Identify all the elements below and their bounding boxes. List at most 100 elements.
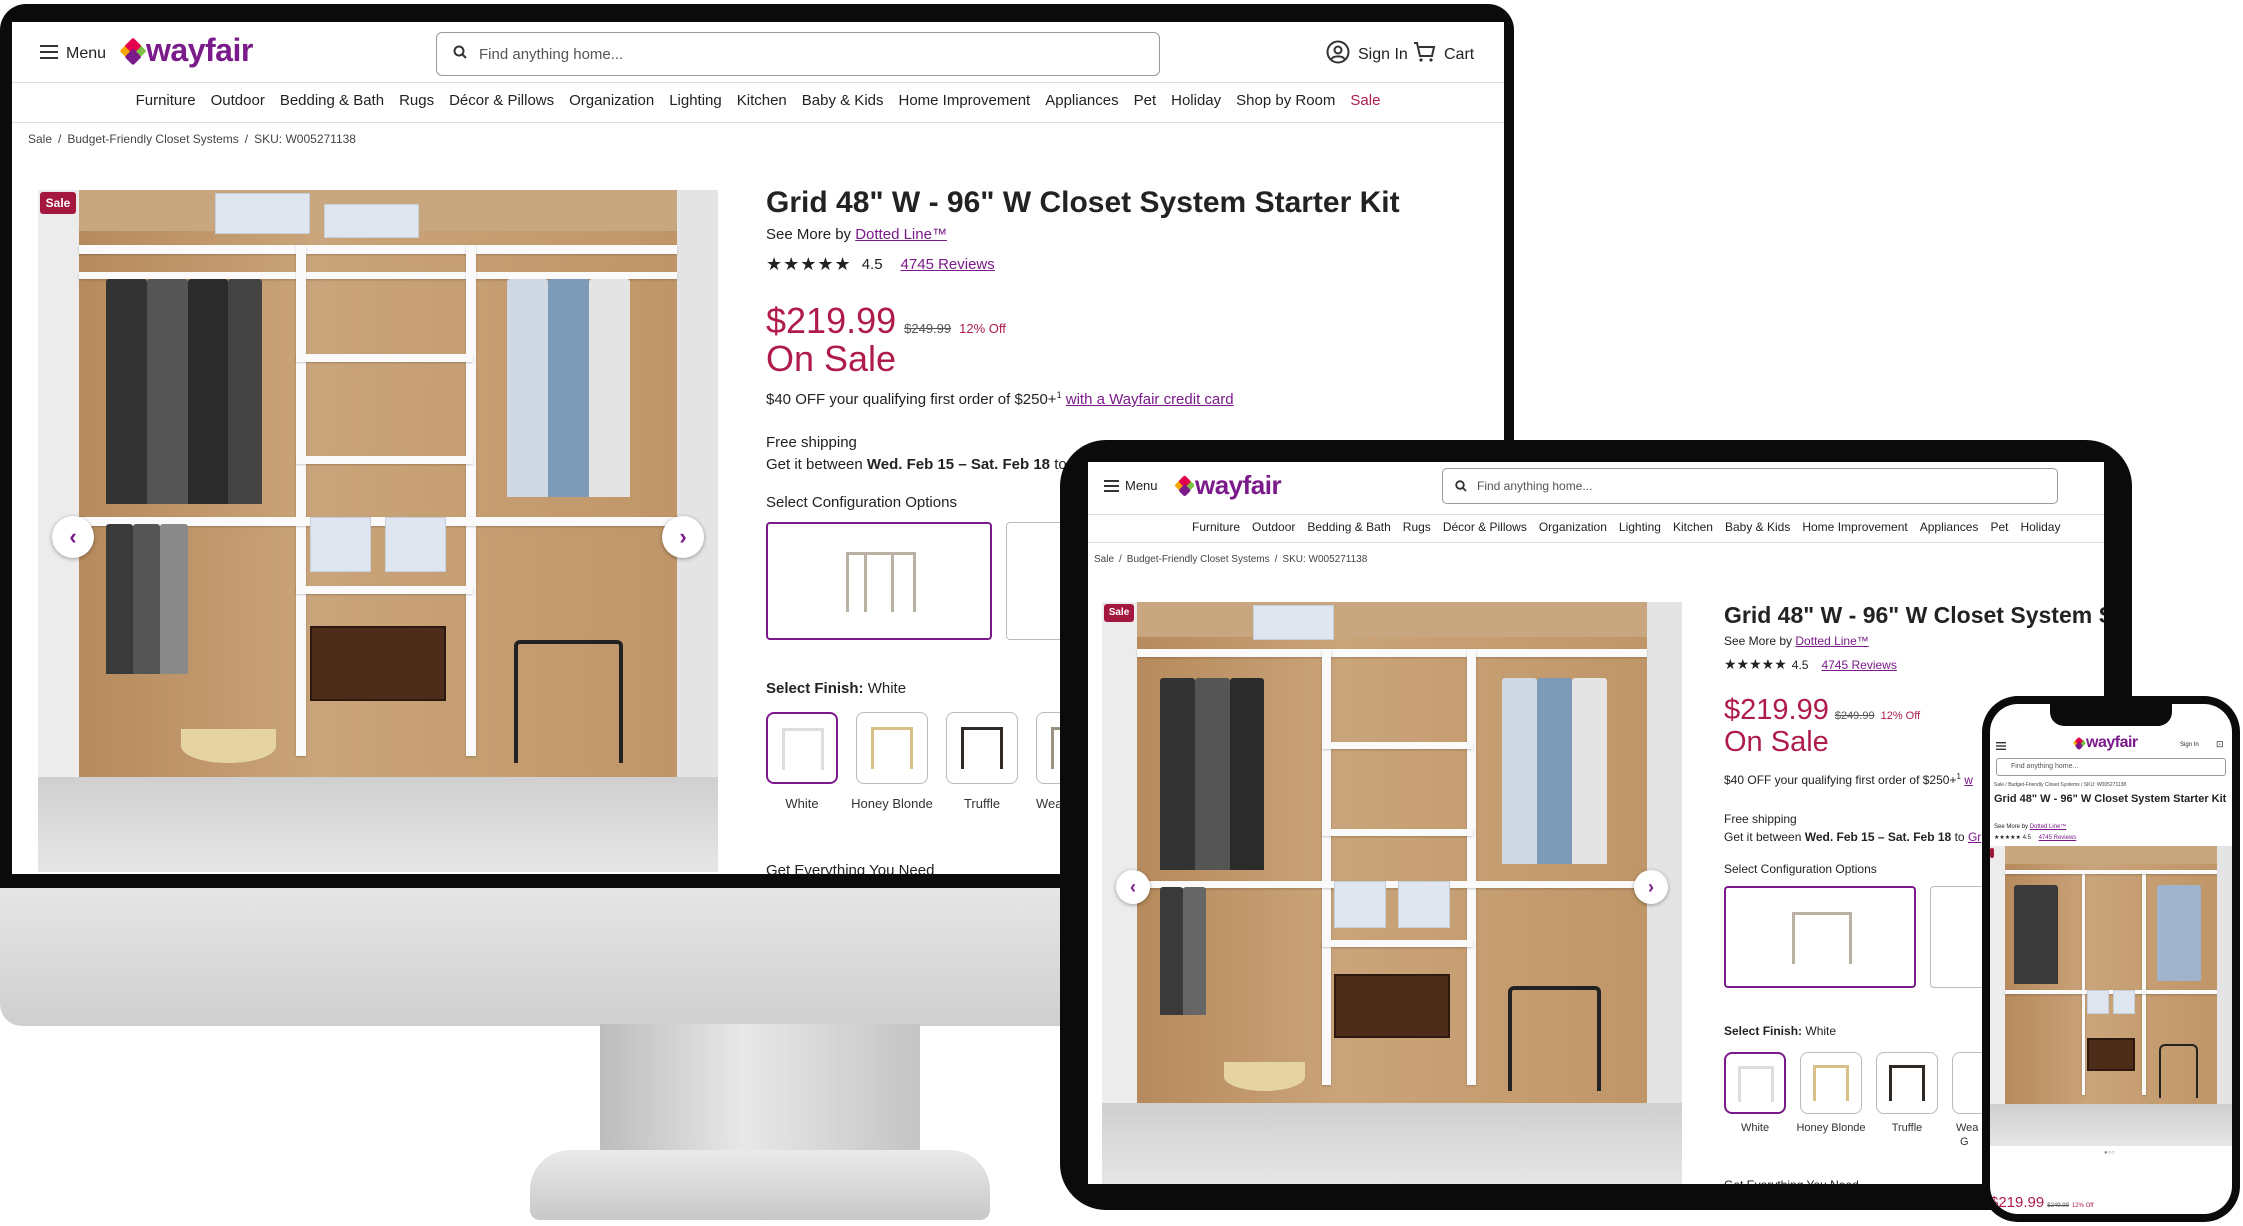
- nav-furniture[interactable]: Furniture: [136, 92, 196, 109]
- nav-decor-pillows[interactable]: Décor & Pillows: [1443, 520, 1527, 534]
- tablet-wayfair-logo[interactable]: wayfair: [1174, 470, 1282, 501]
- tablet-finish-white[interactable]: [1724, 1052, 1786, 1114]
- tablet-shipping: Free shipping: [1724, 812, 1797, 826]
- sale-badge: Sale: [1104, 604, 1134, 622]
- delivery-text: Get it between Wed. Feb 15 – Sat. Feb 18…: [766, 456, 1088, 473]
- menu-icon: [40, 44, 58, 64]
- nav-holiday[interactable]: Holiday: [2020, 520, 2060, 534]
- nav-outdoor[interactable]: Outdoor: [1252, 520, 1295, 534]
- finish-label-white: White: [785, 796, 819, 811]
- breadcrumb-sale[interactable]: Sale: [28, 132, 52, 146]
- cart-icon: [1412, 40, 1436, 69]
- breadcrumb: Sale / Budget-Friendly Closet Systems / SK…: [28, 132, 356, 146]
- phone-sign-in[interactable]: Sign In: [2180, 742, 2199, 748]
- tablet-promo: $40 OFF your qualifying first order of $…: [1724, 772, 1973, 787]
- sale-badge: Sale: [40, 192, 76, 214]
- nav-bedding-bath[interactable]: Bedding & Bath: [280, 92, 384, 109]
- breadcrumb-sku: SKU: W005271138: [254, 132, 356, 146]
- nav-holiday[interactable]: Holiday: [1171, 92, 1221, 109]
- tablet-see-more: See More by Dotted Line™: [1724, 634, 1869, 648]
- config-option-selected[interactable]: [766, 522, 992, 640]
- tablet-search-input[interactable]: Find anything home...: [1442, 468, 2058, 504]
- tablet-header-divider: [1088, 514, 2104, 515]
- search-input[interactable]: Find anything home...: [436, 32, 1160, 76]
- finish-label-honey: Honey Blonde: [851, 796, 933, 811]
- rating-value: 4.5: [861, 256, 883, 273]
- nav-furniture[interactable]: Furniture: [1192, 520, 1240, 534]
- nav-home-improvement[interactable]: Home Improvement: [1802, 520, 1907, 534]
- menu-button[interactable]: Menu: [40, 40, 106, 68]
- phone-cart-icon[interactable]: ⊡: [2216, 739, 2224, 750]
- product-image[interactable]: Sale ‹ ›: [38, 190, 718, 872]
- brand-link[interactable]: Dotted Line™: [855, 226, 947, 243]
- wayfair-logo[interactable]: wayfair: [119, 32, 253, 69]
- tablet-product-image[interactable]: Sale ‹ ›: [1102, 602, 1682, 1184]
- star-icon: ★★★★★: [1994, 835, 2021, 841]
- logo-pinwheel-icon: [2072, 736, 2087, 751]
- logo-pinwheel-icon: [1174, 475, 1195, 497]
- tablet-config-option-selected[interactable]: [1724, 886, 1916, 988]
- phone-wayfair-logo[interactable]: wayfair: [2072, 734, 2138, 752]
- reviews-link[interactable]: 4745 Reviews: [901, 256, 995, 273]
- nav-organization[interactable]: Organization: [1539, 520, 1607, 534]
- product-title: Grid 48" W - 96" W Closet System Starter…: [766, 186, 1400, 219]
- credit-card-link[interactable]: with a Wayfair credit card: [1066, 391, 1234, 408]
- tablet-menu-button[interactable]: Menu: [1104, 478, 1158, 493]
- finish-honey-blonde[interactable]: [856, 712, 928, 784]
- finish-white[interactable]: [766, 712, 838, 784]
- nav-pet[interactable]: Pet: [1990, 520, 2008, 534]
- star-icon: ★★★★★: [1724, 656, 1787, 672]
- chevron-right-icon[interactable]: ›: [1634, 870, 1668, 904]
- tablet-finish-honey[interactable]: [1800, 1052, 1862, 1114]
- tablet-config-label: Select Configuration Options: [1724, 862, 1877, 876]
- phone-notch: [2050, 704, 2172, 726]
- config-label: Select Configuration Options: [766, 494, 957, 511]
- finish-truffle[interactable]: [946, 712, 1018, 784]
- nav-baby-kids[interactable]: Baby & Kids: [1725, 520, 1790, 534]
- logo-pinwheel-icon: [119, 36, 147, 66]
- cart-button[interactable]: Cart: [1412, 40, 1474, 69]
- tablet-on-sale: On Sale: [1724, 726, 1829, 758]
- monitor-base: [530, 1150, 990, 1220]
- tablet-config-option-2[interactable]: [1930, 886, 1990, 988]
- sale-badge: [1990, 848, 1994, 858]
- finish-label: Select Finish: White: [766, 680, 907, 697]
- search-icon: [453, 45, 467, 63]
- menu-icon: [1104, 479, 1119, 492]
- chevron-left-icon[interactable]: ‹: [52, 516, 94, 558]
- menu-icon: [1996, 742, 2006, 750]
- chevron-left-icon[interactable]: ‹: [1116, 870, 1150, 904]
- phone-search-input[interactable]: Find anything home...: [1996, 758, 2226, 776]
- tablet-breadcrumb: Sale / Budget-Friendly Closet Systems / SK…: [1094, 554, 1368, 565]
- nav-lighting[interactable]: Lighting: [669, 92, 722, 109]
- nav-shop-by-room[interactable]: Shop by Room: [1236, 92, 1335, 109]
- sign-in-button[interactable]: Sign In: [1326, 40, 1408, 69]
- nav-decor-pillows[interactable]: Décor & Pillows: [449, 92, 554, 109]
- rating: ★★★★★ 4.5 4745 Reviews: [766, 254, 995, 275]
- tablet-product-title: Grid 48" W - 96" W Closet System S: [1724, 602, 2104, 628]
- account-icon: [1326, 40, 1350, 69]
- breadcrumb-category[interactable]: Budget-Friendly Closet Systems: [67, 132, 238, 146]
- category-nav: Furniture Outdoor Bedding & Bath Rugs Dé…: [12, 92, 1504, 109]
- discount: 12% Off: [959, 321, 1006, 336]
- nav-pet[interactable]: Pet: [1134, 92, 1157, 109]
- nav-appliances[interactable]: Appliances: [1045, 92, 1118, 109]
- tablet-finish-label: Select Finish: White: [1724, 1024, 1837, 1038]
- tablet-finish-truffle[interactable]: [1876, 1052, 1938, 1114]
- nav-divider: [12, 122, 1504, 123]
- nav-kitchen[interactable]: Kitchen: [737, 92, 787, 109]
- nav-outdoor[interactable]: Outdoor: [211, 92, 265, 109]
- nav-sale[interactable]: Sale: [1350, 92, 1380, 109]
- phone-product-image[interactable]: [1990, 846, 2232, 1146]
- nav-rugs[interactable]: Rugs: [399, 92, 434, 109]
- nav-bedding-bath[interactable]: Bedding & Bath: [1307, 520, 1390, 534]
- more-heading: Get Everything You Need: [766, 862, 935, 874]
- nav-organization[interactable]: Organization: [569, 92, 654, 109]
- chevron-right-icon[interactable]: ›: [662, 516, 704, 558]
- nav-appliances[interactable]: Appliances: [1920, 520, 1979, 534]
- nav-rugs[interactable]: Rugs: [1403, 520, 1431, 534]
- nav-home-improvement[interactable]: Home Improvement: [899, 92, 1031, 109]
- nav-lighting[interactable]: Lighting: [1619, 520, 1661, 534]
- nav-kitchen[interactable]: Kitchen: [1673, 520, 1713, 534]
- nav-baby-kids[interactable]: Baby & Kids: [802, 92, 884, 109]
